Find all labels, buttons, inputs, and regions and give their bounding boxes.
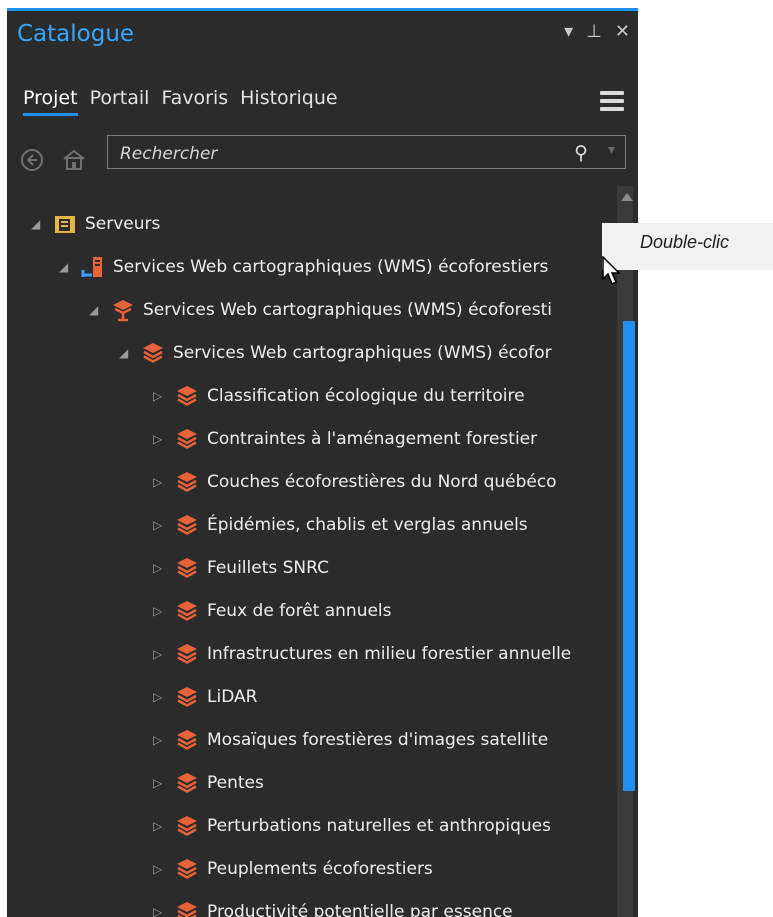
- tree-item-label: Services Web cartographiques (WMS) écofo…: [143, 300, 552, 320]
- tree-item-label: Épidémies, chablis et verglas annuels: [207, 515, 528, 535]
- menu-icon[interactable]: [600, 91, 624, 111]
- tab-favoris[interactable]: Favoris: [161, 87, 228, 109]
- tree-item-label: LiDAR: [207, 687, 258, 707]
- expand-icon[interactable]: ▷: [153, 776, 169, 790]
- expand-icon[interactable]: ▷: [153, 905, 169, 917]
- search-box: ⚲ ▾: [107, 135, 626, 169]
- tree-item-label: Services Web cartographiques (WMS) écofo…: [113, 257, 549, 277]
- dropdown-icon[interactable]: ▾: [564, 22, 573, 42]
- scroll-up-icon[interactable]: [621, 193, 633, 201]
- layer-group-icon: [175, 513, 199, 537]
- tree-item-label: Productivité potentielle par essence: [207, 902, 513, 917]
- tab-historique[interactable]: Historique: [240, 87, 337, 109]
- tree-item-label: Feuillets SNRC: [207, 558, 329, 578]
- layer-group-icon: [141, 341, 165, 365]
- home-icon[interactable]: [61, 148, 87, 174]
- tree-item-layer[interactable]: ▷ Feux de forêt annuels: [153, 596, 392, 626]
- tree-item-label: Classification écologique du territoire: [207, 386, 525, 406]
- tree-item-layer[interactable]: ▷ Épidémies, chablis et verglas annuels: [153, 510, 528, 540]
- layer-group-icon: [175, 470, 199, 494]
- back-icon[interactable]: [19, 148, 45, 174]
- tree-item-layer[interactable]: ▷ Pentes: [153, 768, 264, 798]
- layer-group-icon: [175, 642, 199, 666]
- expand-icon[interactable]: ▷: [153, 389, 169, 403]
- expand-icon[interactable]: ▷: [153, 561, 169, 575]
- tree-item-layer[interactable]: ▷ Peuplements écoforestiers: [153, 854, 433, 884]
- tree-item-label: Services Web cartographiques (WMS) écofo…: [173, 343, 552, 363]
- tree-item-layer[interactable]: ▷ Perturbations naturelles et anthropique…: [153, 811, 551, 841]
- pane-controls: ▾ ⊥ ✕: [564, 22, 630, 42]
- layer-group-icon: [175, 814, 199, 838]
- server-connection-icon: [81, 255, 105, 279]
- layer-group-icon: [175, 427, 199, 451]
- layer-group-icon: [175, 685, 199, 709]
- search-options-icon[interactable]: ▾: [608, 142, 615, 158]
- layer-group-icon: [175, 857, 199, 881]
- tree-item-layer[interactable]: ▷ Couches écoforestières du Nord québéco: [153, 467, 557, 497]
- expand-icon[interactable]: ▷: [153, 518, 169, 532]
- tree-item-layer[interactable]: ▷ LiDAR: [153, 682, 257, 712]
- layer-group-icon: [175, 771, 199, 795]
- tree-item-wms-connection[interactable]: ◢ Services Web cartographiques (WMS) éco…: [59, 252, 548, 282]
- tree-item-layer[interactable]: ▷ Classification écologique du territoire: [153, 381, 525, 411]
- expand-icon[interactable]: ▷: [153, 862, 169, 876]
- tab-portail[interactable]: Portail: [90, 87, 150, 109]
- folder-server-icon: [53, 212, 77, 236]
- close-icon[interactable]: ✕: [615, 22, 630, 42]
- double-click-label: Double-clic: [640, 232, 730, 252]
- layer-group-icon: [175, 384, 199, 408]
- expand-icon[interactable]: ▷: [153, 604, 169, 618]
- layer-group-icon: [175, 728, 199, 752]
- tree-item-wms-service[interactable]: ◢ Services Web cartographiques (WMS) éco…: [89, 295, 552, 325]
- collapse-icon[interactable]: ◢: [119, 346, 135, 360]
- tree-item-label: Feux de forêt annuels: [207, 601, 392, 621]
- tree-item-label: Contraintes à l'aménagement forestier: [207, 429, 538, 449]
- mouse-pointer-icon: [602, 255, 622, 290]
- tree-item-label: Infrastructures en milieu forestier annu…: [207, 644, 572, 664]
- expand-icon[interactable]: ▷: [153, 819, 169, 833]
- pin-icon[interactable]: ⊥: [586, 22, 602, 42]
- tree-item-label: Peuplements écoforestiers: [207, 859, 433, 879]
- layer-group-icon: [175, 556, 199, 580]
- expand-icon[interactable]: ▷: [153, 647, 169, 661]
- layer-group-icon: [175, 599, 199, 623]
- tree-item-label: Serveurs: [85, 214, 161, 234]
- tree-item-layer[interactable]: ▷ Contraintes à l'aménagement forestier: [153, 424, 537, 454]
- expand-icon[interactable]: ▷: [153, 475, 169, 489]
- scrollbar-thumb[interactable]: [623, 321, 635, 791]
- tree-item-wms-group[interactable]: ◢ Services Web cartographiques (WMS) éco…: [119, 338, 552, 368]
- expand-icon[interactable]: ▷: [153, 733, 169, 747]
- expand-icon[interactable]: ▷: [153, 690, 169, 704]
- pane-title: Catalogue: [17, 21, 135, 47]
- search-icon[interactable]: ⚲: [574, 142, 588, 164]
- catalogue-pane: Catalogue ▾ ⊥ ✕ Projet Portail Favoris H…: [7, 8, 638, 917]
- search-input[interactable]: [118, 142, 552, 166]
- layer-group-icon: [175, 900, 199, 917]
- tree-item-label: Pentes: [207, 773, 264, 793]
- tree-item-label: Mosaïques forestières d'images satellite: [207, 730, 549, 750]
- tree-item-label: Couches écoforestières du Nord québéco: [207, 472, 557, 492]
- tree-item-label: Perturbations naturelles et anthropiques: [207, 816, 552, 836]
- tab-projet[interactable]: Projet: [23, 87, 78, 116]
- tree-item-layer[interactable]: ▷ Productivité potentielle par essence: [153, 897, 513, 917]
- catalogue-tabs: Projet Portail Favoris Historique: [23, 87, 338, 116]
- tree-item-serveurs[interactable]: ◢ Serveurs: [31, 209, 160, 239]
- expand-icon[interactable]: ▷: [153, 432, 169, 446]
- collapse-icon[interactable]: ◢: [89, 303, 105, 317]
- map-service-icon: [111, 298, 135, 322]
- tree-item-layer[interactable]: ▷ Infrastructures en milieu forestier ann…: [153, 639, 571, 669]
- collapse-icon[interactable]: ◢: [59, 260, 75, 274]
- tree-item-layer[interactable]: ▷ Mosaïques forestières d'images satellit…: [153, 725, 548, 755]
- tree-item-layer[interactable]: ▷ Feuillets SNRC: [153, 553, 329, 583]
- collapse-icon[interactable]: ◢: [31, 217, 47, 231]
